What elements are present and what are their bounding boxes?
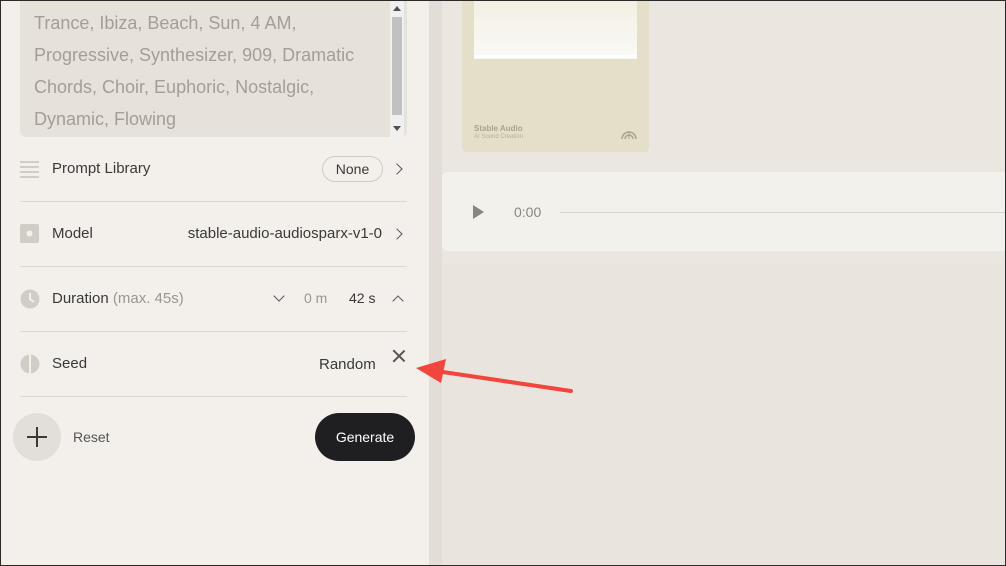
annotation-arrow [416,359,573,393]
duration-label-text: Duration [52,290,109,307]
progress-track[interactable] [560,212,1005,213]
plus-icon[interactable] [13,413,61,461]
clock-icon [20,289,40,309]
duration-hint: (max. 45s) [112,290,184,307]
player-time: 0:00 [514,204,542,220]
cover-subtitle: AI Sound Creation [474,134,524,140]
prompt-scrollbar[interactable] [390,1,404,137]
chevron-down-icon[interactable] [273,290,285,302]
close-icon[interactable] [392,349,406,363]
duration-row[interactable]: Duration (max. 45s) 0 m 42 s [20,267,407,331]
right-panel: Stable Audio AI Sound Creation 0:00 [442,1,1005,565]
chevron-right-icon[interactable] [391,228,403,240]
cover-art[interactable]: Stable Audio AI Sound Creation [462,1,649,152]
model-row[interactable]: Model stable-audio-audiosparx-v1-0 [20,202,407,266]
duration-label: Duration (max. 45s) [52,290,184,307]
prompt-library-label: Prompt Library [52,160,151,177]
results-area [442,263,1005,565]
seed-half-circle-icon [20,354,40,374]
cover-line [474,55,637,58]
model-value[interactable]: stable-audio-audiosparx-v1-0 [188,225,382,242]
prompt-textarea[interactable]: Trance, Ibiza, Beach, Sun, 4 AM, Progres… [20,1,407,137]
stable-audio-logo-icon [621,131,637,139]
prompt-library-value[interactable]: None [322,156,383,182]
prompt-text[interactable]: Trance, Ibiza, Beach, Sun, 4 AM, Progres… [34,7,384,135]
chevron-right-icon[interactable] [391,163,403,175]
seed-value[interactable]: Random [319,356,376,373]
reset-button[interactable]: Reset [73,429,110,445]
scroll-down-icon[interactable] [393,126,401,131]
cover-title: Stable Audio [474,124,523,133]
left-panel: Trance, Ibiza, Beach, Sun, 4 AM, Progres… [2,1,429,565]
play-icon[interactable] [473,205,484,219]
prompt-library-row[interactable]: Prompt Library None [20,137,407,201]
seed-label: Seed [52,355,88,372]
app-window: Trance, Ibiza, Beach, Sun, 4 AM, Progres… [0,0,1006,566]
panel-splitter[interactable] [429,1,442,565]
seed-row[interactable]: Seed Random [20,332,407,396]
duration-seconds[interactable]: 42 s [349,290,375,306]
model-square-icon [20,224,40,244]
model-label: Model [52,225,93,242]
generate-button[interactable]: Generate [315,413,415,461]
cover-arc [474,1,637,59]
divider [20,396,407,397]
scroll-thumb[interactable] [392,17,402,115]
scroll-up-icon[interactable] [393,6,401,11]
menu-lines-icon [20,159,40,179]
duration-minutes[interactable]: 0 m [304,290,327,306]
audio-player: 0:00 [442,172,1005,251]
chevron-up-icon[interactable] [392,295,404,307]
